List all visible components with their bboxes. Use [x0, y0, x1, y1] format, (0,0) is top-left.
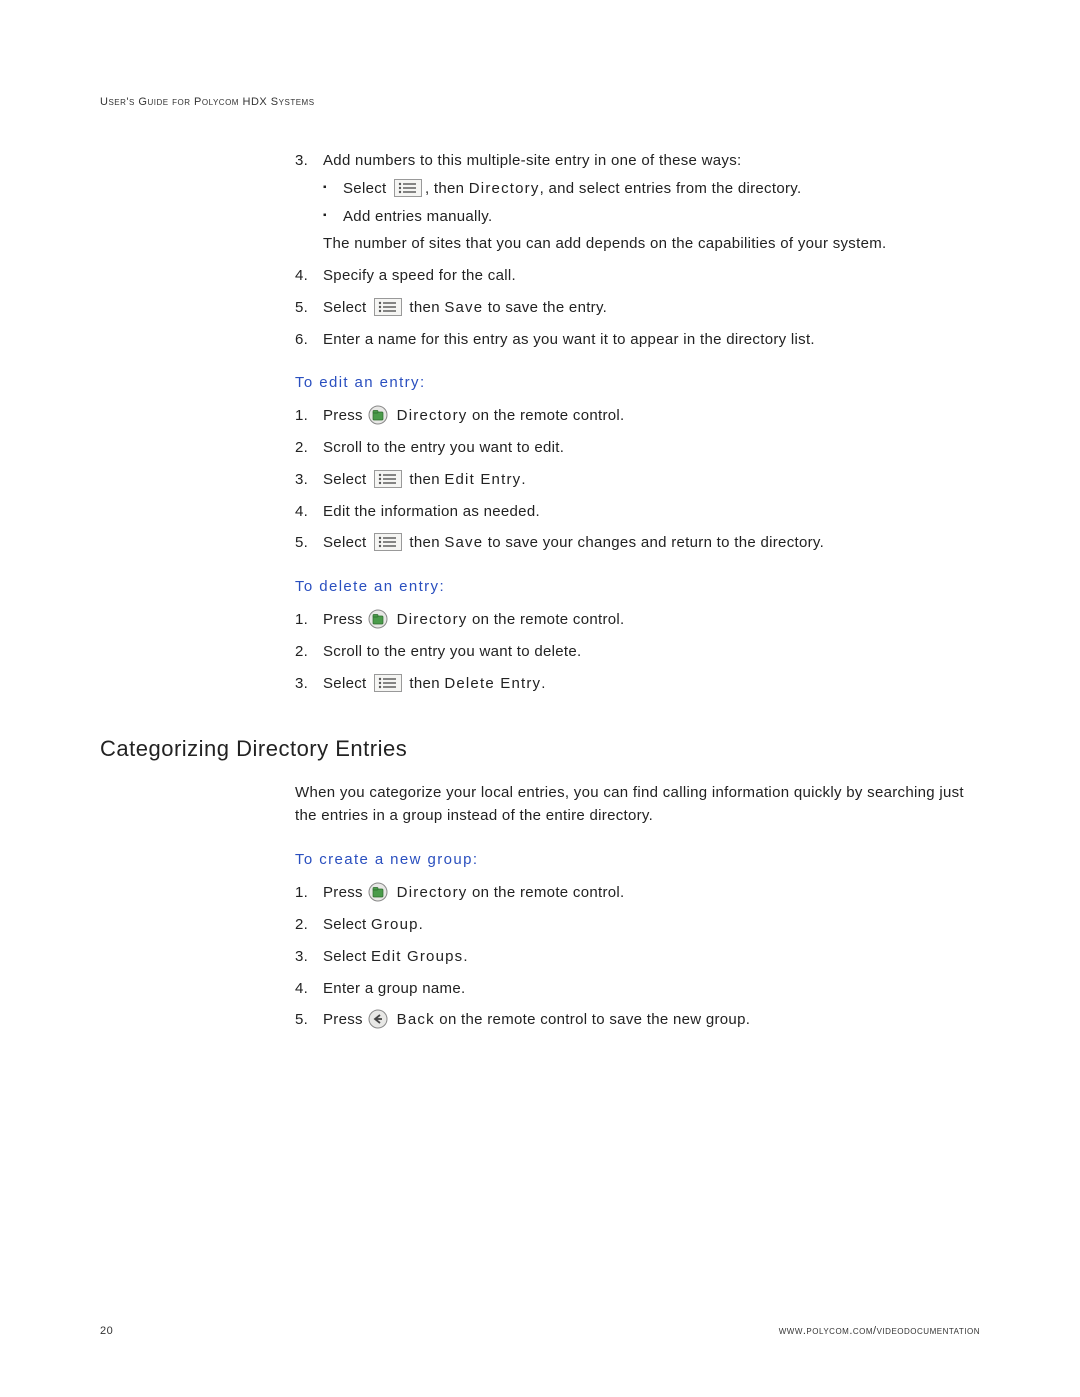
- step-number: 3.: [295, 150, 323, 255]
- del-step-2: 2. Scroll to the entry you want to delet…: [295, 641, 970, 663]
- step-text: Add numbers to this multiple-site entry …: [323, 152, 742, 169]
- save-label: Save: [444, 534, 483, 551]
- list-menu-icon: [374, 470, 402, 488]
- directory-button-icon: [368, 609, 388, 629]
- step-text: Specify a speed for the call.: [323, 265, 970, 287]
- grp-step-4: 4. Enter a group name.: [295, 978, 970, 1000]
- del-step-3: 3. Select then Delete Entry.: [295, 673, 970, 695]
- subheading-edit-entry: To edit an entry:: [295, 374, 970, 391]
- edit-step-3: 3. Select then Edit Entry.: [295, 469, 970, 491]
- section-paragraph: When you categorize your local entries, …: [295, 782, 970, 827]
- step-3: 3. Add numbers to this multiple-site ent…: [295, 150, 970, 255]
- back-button-icon: [368, 1009, 388, 1029]
- edit-groups-label: Edit Groups: [371, 948, 463, 965]
- list-menu-icon: [374, 298, 402, 316]
- directory-button-icon: [368, 882, 388, 902]
- grp-step-1: 1. Press Directory on the remote control…: [295, 882, 970, 904]
- grp-step-5: 5. Press Back on the remote control to s…: [295, 1009, 970, 1031]
- directory-button-icon: [368, 405, 388, 425]
- section-heading-categorizing: Categorizing Directory Entries: [100, 736, 980, 762]
- del-step-1: 1. Press Directory on the remote control…: [295, 609, 970, 631]
- edit-step-5: 5. Select then Save to save your changes…: [295, 532, 970, 554]
- subheading-create-group: To create a new group:: [295, 851, 970, 868]
- step-text: Enter a name for this entry as you want …: [323, 329, 970, 351]
- grp-step-3: 3. Select Edit Groups.: [295, 946, 970, 968]
- bullet-select-directory: ▪ Select , then Directory, and select en…: [323, 178, 970, 200]
- doc-header: User's Guide for Polycom HDX Systems: [100, 96, 980, 108]
- page-number: 20: [100, 1325, 113, 1337]
- subheading-delete-entry: To delete an entry:: [295, 578, 970, 595]
- directory-label: Directory: [469, 180, 540, 197]
- bullet-icon: ▪: [323, 178, 343, 200]
- edit-step-1: 1. Press Directory on the remote control…: [295, 405, 970, 427]
- directory-label: Directory: [391, 884, 467, 901]
- directory-label: Directory: [391, 611, 467, 628]
- step-5: 5. Select then Save to save the entry.: [295, 297, 970, 319]
- step-note: The number of sites that you can add dep…: [323, 233, 970, 255]
- edit-entry-label: Edit Entry: [444, 471, 521, 488]
- list-menu-icon: [374, 674, 402, 692]
- grp-step-2: 2. Select Group.: [295, 914, 970, 936]
- step-number: 5.: [295, 297, 323, 319]
- step-number: 4.: [295, 265, 323, 287]
- list-menu-icon: [394, 179, 422, 197]
- list-menu-icon: [374, 533, 402, 551]
- bullet-add-manually: ▪ Add entries manually.: [323, 206, 970, 228]
- edit-step-4: 4. Edit the information as needed.: [295, 501, 970, 523]
- edit-step-2: 2. Scroll to the entry you want to edit.: [295, 437, 970, 459]
- step-6: 6. Enter a name for this entry as you wa…: [295, 329, 970, 351]
- save-label: Save: [444, 299, 483, 316]
- group-label: Group: [371, 916, 419, 933]
- step-number: 6.: [295, 329, 323, 351]
- delete-entry-label: Delete Entry: [444, 675, 541, 692]
- step-4: 4. Specify a speed for the call.: [295, 265, 970, 287]
- directory-label: Directory: [391, 407, 467, 424]
- bullet-icon: ▪: [323, 206, 343, 228]
- footer-url: www.polycom.com/videodocumentation: [779, 1325, 980, 1337]
- back-label: Back: [391, 1011, 435, 1028]
